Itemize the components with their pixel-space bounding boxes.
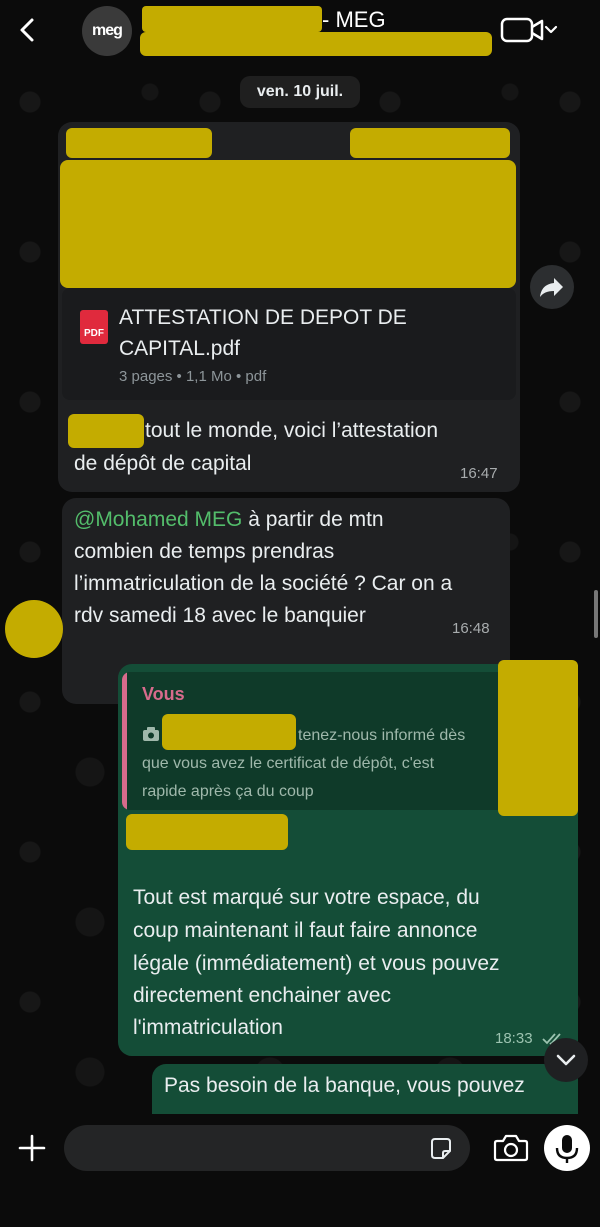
mention-link[interactable]: @Mohamed MEG (74, 508, 242, 531)
video-call-button[interactable] (500, 14, 560, 46)
message-text: de dépôt de capital (74, 452, 252, 475)
reply-line: que vous avez le certificat de dépôt, c'… (142, 755, 435, 772)
redacted-avatar (5, 600, 63, 658)
chat-title[interactable]: - MEG (322, 7, 386, 33)
file-name: ATTESTATION DE DEPOT DE CAPITAL.pdf (119, 306, 407, 360)
sticker-button[interactable] (428, 1136, 454, 1162)
message-text: rdv samedi 18 avec le banquier (74, 604, 366, 627)
redacted-sender-detail (350, 128, 510, 158)
pdf-icon: PDF (80, 310, 108, 344)
message-time: 18:33 (495, 1030, 533, 1047)
scrollbar[interactable] (594, 590, 598, 638)
file-meta: 3 pages • 1,1 Mo • pdf (119, 368, 267, 385)
forward-button[interactable] (530, 265, 574, 309)
reply-author: Vous (142, 684, 185, 704)
message-text-fragment: à partir de mtn (242, 508, 384, 531)
voice-message-button[interactable] (544, 1125, 590, 1171)
composer-bar (0, 1114, 600, 1227)
message-text: Pas besoin de la banque, vous pouvez (164, 1074, 525, 1097)
camera-button[interactable] (492, 1129, 530, 1167)
forward-icon (540, 278, 563, 297)
pdf-attachment[interactable]: PDF ATTESTATION DE DEPOT DE CAPITAL.pdf … (62, 288, 516, 400)
chevron-down-icon (556, 1054, 576, 1066)
message-input[interactable] (64, 1125, 470, 1171)
message-time: 16:47 (460, 465, 498, 482)
message-text: légale (immédiatement) et vous pouvez (133, 952, 500, 975)
message-text: @Mohamed MEG à partir de mtn (74, 504, 384, 536)
reply-accent-bar (122, 672, 127, 810)
message-text: l’immatriculation de la société ? Car on… (74, 572, 453, 595)
pdf-icon-label: PDF (84, 328, 104, 339)
redacted-reply-name (162, 714, 296, 750)
redacted-subtitle (140, 32, 492, 56)
back-button[interactable] (10, 12, 46, 48)
scroll-to-bottom-button[interactable] (544, 1038, 588, 1082)
message-text: l'immatriculation (133, 1016, 283, 1039)
chat-header: meg - MEG (0, 0, 600, 62)
reply-line: tenez-nous informé dès (298, 727, 466, 744)
avatar-logo: meg (92, 22, 123, 39)
chat-area[interactable]: ven. 10 juil. PDF ATTESTATION DE DEPOT D… (0, 62, 600, 1114)
redacted-greeting (126, 814, 288, 850)
microphone-icon (555, 1135, 579, 1163)
back-icon (20, 18, 34, 42)
redacted-name (142, 6, 322, 32)
reply-line: rapide après ça du coup (142, 783, 314, 800)
video-camera-icon (500, 17, 558, 43)
message-time: 16:48 (452, 620, 490, 637)
avatar[interactable]: meg (82, 6, 132, 56)
date-chip: ven. 10 juil. (240, 76, 360, 108)
message-text: tout le monde, voici l’attestation (145, 419, 438, 442)
sticker-icon (431, 1138, 451, 1159)
message-text: coup maintenant il faut faire annonce (133, 919, 478, 942)
redacted-preview (60, 160, 516, 288)
plus-icon (18, 1134, 46, 1162)
redacted-reply-thumbnail (498, 660, 578, 816)
message-text: combien de temps prendras (74, 540, 335, 563)
camera-icon (493, 1134, 529, 1162)
message-text: Tout est marqué sur votre espace, du (133, 886, 480, 909)
attach-button[interactable] (12, 1128, 52, 1168)
redacted-greeting (68, 414, 144, 448)
redacted-sender (66, 128, 212, 158)
message-text: directement enchainer avec (133, 984, 391, 1007)
